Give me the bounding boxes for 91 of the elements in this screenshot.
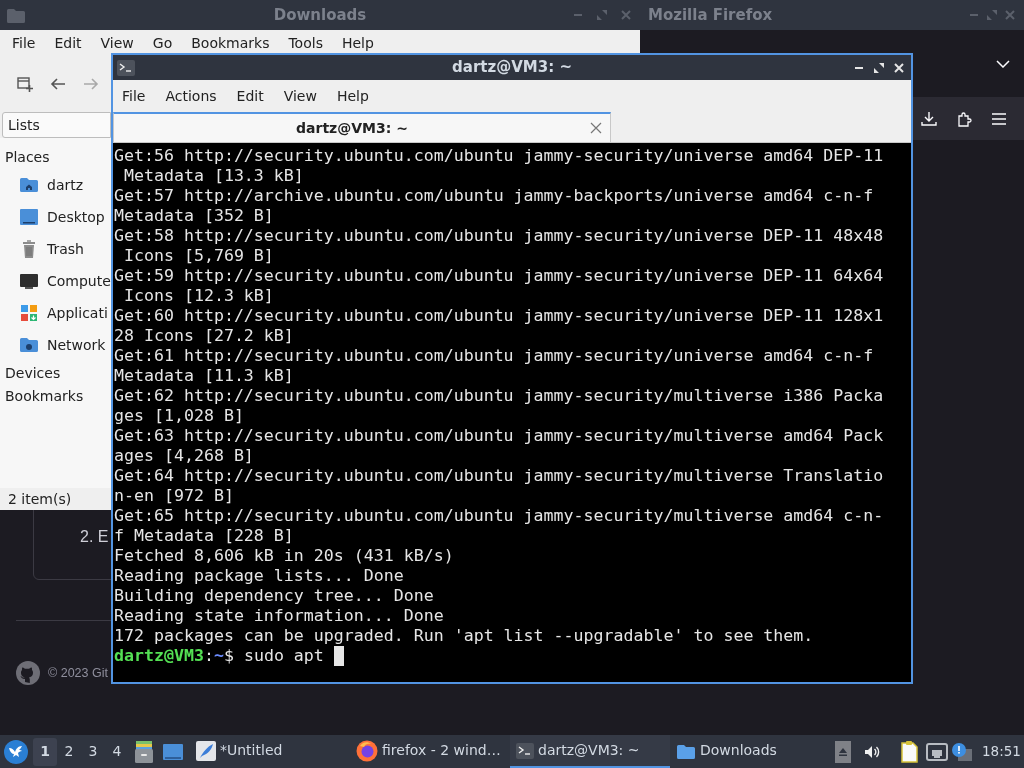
places-item[interactable]: Compute <box>0 265 111 297</box>
terminal-icon <box>117 59 135 76</box>
eject-icon[interactable] <box>835 740 851 763</box>
workspace-button[interactable]: 4 <box>105 737 129 766</box>
home-folder-icon <box>19 175 39 195</box>
terminal-line: Metadata [13.3 kB] <box>123 166 305 186</box>
text-cursor <box>333 646 344 666</box>
notification-icon[interactable] <box>952 742 972 761</box>
maximize-icon[interactable] <box>873 61 885 74</box>
network-folder-icon <box>19 335 39 355</box>
terminal-line: Get:65 http://security.ubuntu.com/ubuntu jammy-security/multiverse amd64 c-n- <box>114 506 885 526</box>
show-desktop-icon[interactable] <box>163 743 183 760</box>
terminal-line: Metadata [352 B] <box>114 206 275 226</box>
workspace-button[interactable]: 2 <box>57 737 81 766</box>
terminal-line: Fetched 8,606 kB in 20s (431 kB/s) <box>114 546 455 566</box>
terminal-line: ages [4,268 B] <box>114 446 255 466</box>
cat-logo-icon[interactable] <box>16 661 40 685</box>
section-header: Bookmarks <box>4 386 85 406</box>
new-window-icon[interactable] <box>17 75 33 92</box>
workspace-button[interactable]: 3 <box>81 737 105 766</box>
section-header: Places <box>4 147 51 167</box>
clipboard-icon[interactable] <box>899 739 919 764</box>
menu-icon[interactable] <box>991 111 1007 126</box>
menu-item[interactable]: Tools <box>288 34 323 52</box>
terminal-line: Reading package lists... Done <box>114 566 405 586</box>
menu-item[interactable]: Edit <box>236 87 264 105</box>
terminal-line: Get:60 http://security.ubuntu.com/ubuntu jammy-security/universe DEP-11 128x1 <box>114 306 885 326</box>
terminal-line: Get:58 http://security.ubuntu.com/ubuntu jammy-security/universe DEP-11 48x48 <box>114 226 885 246</box>
menu-item[interactable]: View <box>283 87 317 105</box>
terminal-line: n-en [972 B] <box>114 486 235 506</box>
command-text: sudo apt <box>243 646 324 666</box>
list-item-text: 2. E <box>80 528 109 546</box>
back-arrow-icon[interactable] <box>50 75 66 92</box>
menu-item[interactable]: Help <box>341 34 374 52</box>
places-item[interactable]: Trash <box>0 233 111 265</box>
status-text: 2 item(s) <box>8 489 72 509</box>
terminal-line: Building dependency tree... Done <box>114 586 435 606</box>
menu-item[interactable]: File <box>122 87 146 105</box>
taskbar-task[interactable]: Downloads <box>670 735 830 768</box>
places-item[interactable]: dartz <box>0 169 111 201</box>
shell-prompt: dartz@VM3:~$ <box>114 646 234 666</box>
feather-icon <box>196 740 216 761</box>
terminal-icon <box>516 742 534 759</box>
menu-item[interactable]: Actions <box>165 87 217 105</box>
view-dropdown[interactable]: Lists <box>2 112 111 138</box>
network-port-icon[interactable] <box>926 741 948 762</box>
terminal-line: Icons [5,769 B] <box>123 246 275 266</box>
terminal-line: f Metadata [228 B] <box>114 526 295 546</box>
places-item[interactable]: Network <box>0 329 111 361</box>
places-item[interactable]: Desktop <box>0 201 111 233</box>
terminal-line: Get:63 http://security.ubuntu.com/ubuntu jammy-security/multiverse amd64 Pack <box>114 426 885 446</box>
terminal-line: Get:61 http://security.ubuntu.com/ubuntu jammy-security/universe amd64 c-n-f <box>114 346 875 366</box>
desktop-icon <box>19 207 39 227</box>
terminal-line: Get:57 http://archive.ubuntu.com/ubuntu jammy-backports/universe amd64 c-n-f <box>114 186 875 206</box>
terminal-line: Get:59 http://security.ubuntu.com/ubuntu jammy-security/universe DEP-11 64x64 <box>114 266 885 286</box>
taskbar-task[interactable]: *Untitled <box>190 735 350 768</box>
menu-item[interactable]: Go <box>152 34 173 52</box>
window-title: Mozilla Firefox <box>648 4 773 26</box>
puzzle-icon[interactable] <box>956 110 972 127</box>
terminal-tab[interactable]: dartz@VM3: ~ <box>113 112 611 142</box>
terminal-line: Icons [12.3 kB] <box>123 286 275 306</box>
taskbar-task[interactable]: dartz@VM3: ~ <box>510 735 670 768</box>
terminal-line: Get:64 http://security.ubuntu.com/ubuntu jammy-security/multiverse Translatio <box>114 466 885 486</box>
terminal-line: Get:62 http://security.ubuntu.com/ubuntu jammy-security/multiverse i386 Packa <box>114 386 885 406</box>
file-cabinet-icon[interactable] <box>134 740 154 763</box>
copyright-text: © 2023 Git <box>48 664 108 682</box>
terminal-line: 172 packages can be upgraded. Run 'apt list --upgradable' to see them. <box>114 626 815 646</box>
terminal-line: Get:56 http://security.ubuntu.com/ubuntu jammy-security/universe amd64 DEP-11 <box>114 146 885 166</box>
window-title: Downloads <box>273 4 367 26</box>
taskbar-task[interactable]: firefox - 2 wind… <box>350 735 510 768</box>
places-item[interactable]: Applicati <box>0 297 111 329</box>
terminal-line: Reading state information... Done <box>114 606 445 626</box>
browser-icon <box>356 739 378 762</box>
clock-text: 18:51 <box>982 742 1021 762</box>
window-title: dartz@VM3: ~ <box>452 57 572 79</box>
download-icon[interactable] <box>921 110 937 127</box>
folder-icon <box>6 6 26 24</box>
menu-item[interactable]: File <box>12 34 36 52</box>
app-grid-icon <box>19 303 39 323</box>
terminal-line: 28 Icons [27.2 kB] <box>114 326 295 346</box>
workspace-button[interactable]: 1 <box>33 737 57 766</box>
menu-item[interactable]: Edit <box>54 34 82 52</box>
menu-item[interactable]: Bookmarks <box>191 34 270 52</box>
monitor-icon <box>19 271 39 291</box>
start-menu-icon[interactable] <box>4 739 28 764</box>
chevron-down-icon[interactable] <box>996 59 1010 68</box>
terminal-line: ges [1,028 B] <box>114 406 245 426</box>
terminal-line: Metadata [11.3 kB] <box>114 366 295 386</box>
menu-item[interactable]: Help <box>336 87 369 105</box>
menu-item[interactable]: View <box>100 34 134 52</box>
section-header: Devices <box>4 363 62 383</box>
